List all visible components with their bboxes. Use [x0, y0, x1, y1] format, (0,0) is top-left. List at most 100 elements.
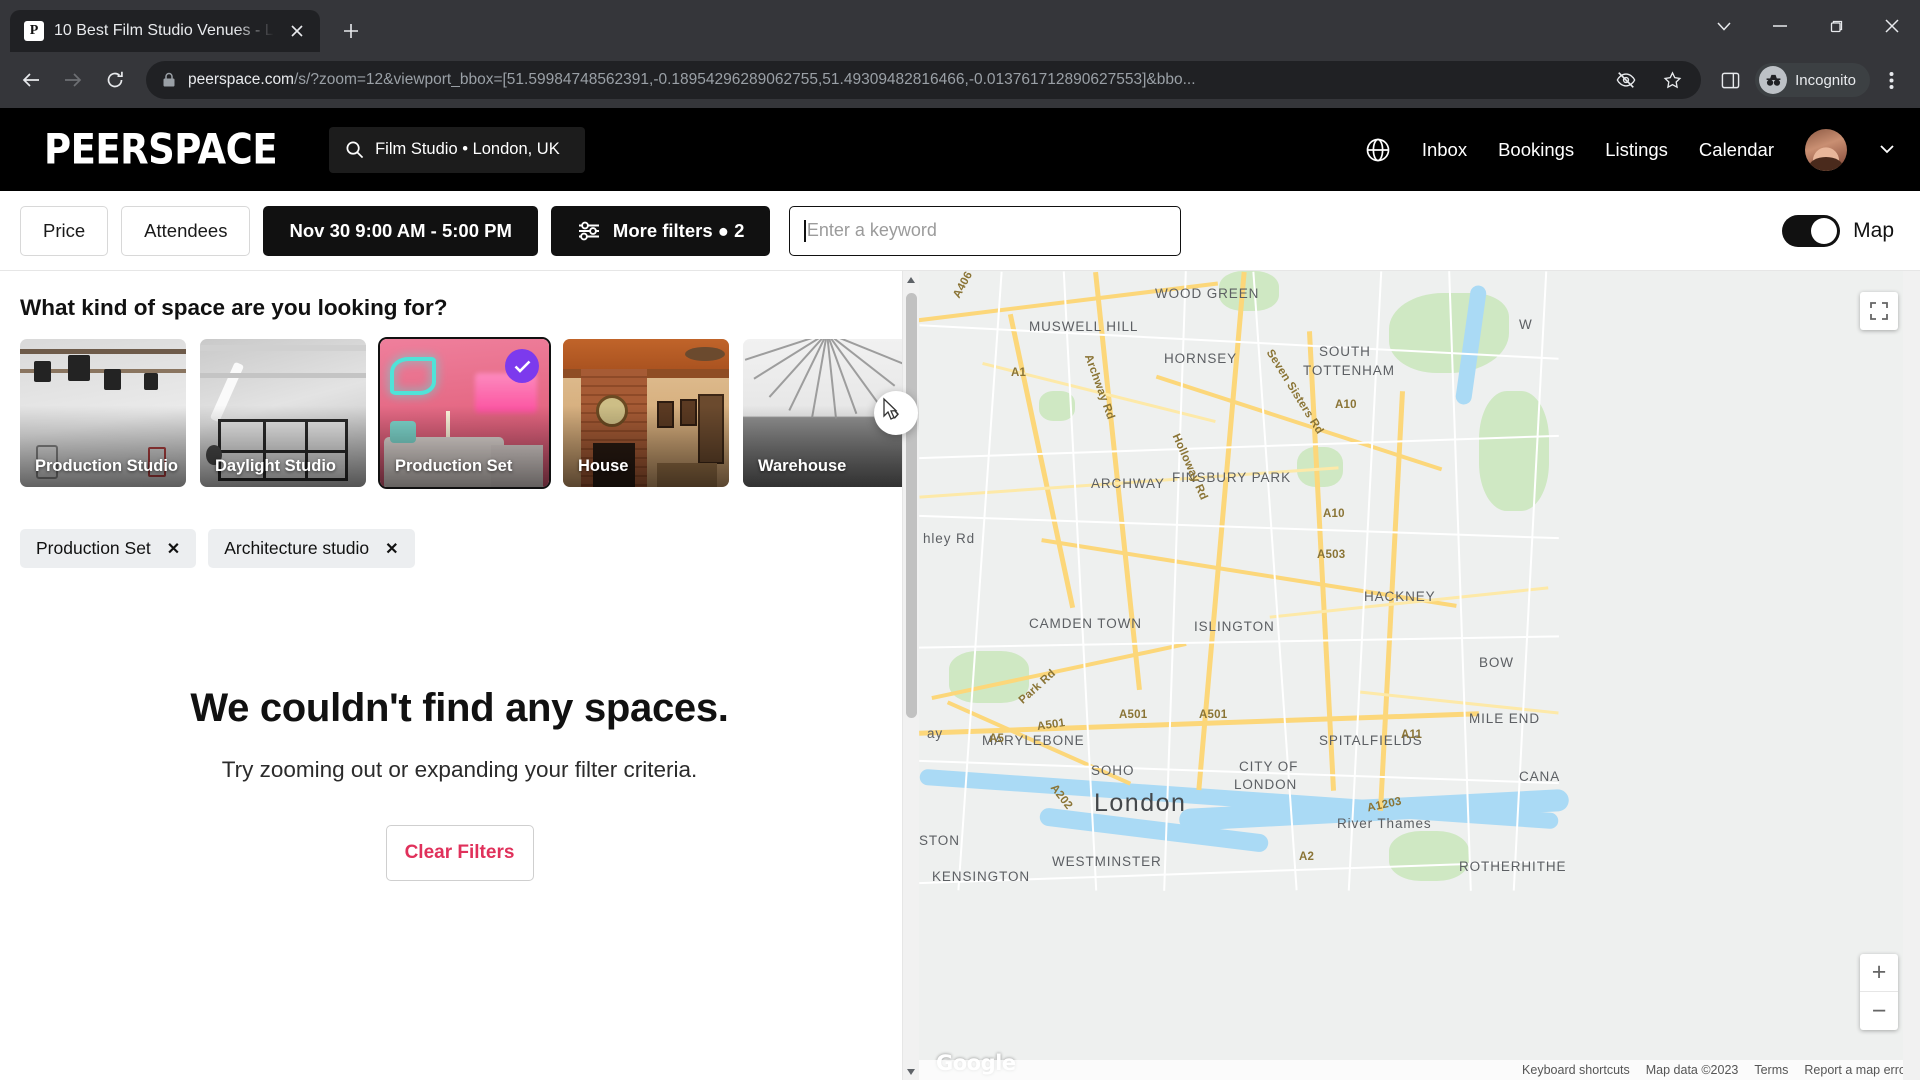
- map-road-label: A10: [1335, 399, 1357, 411]
- map-place-label: ARCHWAY: [1091, 476, 1165, 491]
- browser-toolbar: peerspace.com/s/?zoom=12&viewport_bbox=[…: [0, 52, 1920, 108]
- map-place-label: CITY OF: [1239, 759, 1299, 774]
- filter-chip-production-set[interactable]: Production Set ✕: [20, 529, 197, 568]
- map-toggle-switch[interactable]: [1782, 214, 1841, 247]
- nav-item-inbox[interactable]: Inbox: [1422, 139, 1467, 161]
- map-place-label: SOHO: [1091, 763, 1135, 778]
- chip-remove-icon[interactable]: ✕: [385, 539, 398, 559]
- map-toggle[interactable]: Map: [1782, 214, 1900, 247]
- results-panel: What kind of space are you looking for?: [0, 271, 919, 1080]
- map-place-label: CANA: [1519, 769, 1561, 784]
- tab-search-chevron-icon[interactable]: [1696, 0, 1752, 52]
- map-road-label: A10: [1323, 508, 1345, 520]
- globe-icon[interactable]: [1365, 137, 1391, 163]
- map-toggle-label: Map: [1853, 218, 1894, 242]
- chip-label: Architecture studio: [224, 538, 370, 558]
- carousel-next-button[interactable]: ›: [874, 391, 918, 435]
- map-road-label: A2: [1299, 851, 1315, 863]
- map-place-label: KENSINGTON: [932, 869, 1031, 884]
- three-dot-menu-icon[interactable]: [1874, 63, 1908, 97]
- map-panel[interactable]: WOOD GREEN MUSWELL HILL HORNSEY SOUTH TOTTEN…: [919, 271, 1920, 1080]
- map-data-attribution: Map data ©2023: [1645, 1063, 1739, 1077]
- map-place-label: ISLINGTON: [1194, 619, 1275, 634]
- category-question: What kind of space are you looking for?: [20, 295, 448, 320]
- site-header: PEERSPACE Film Studio • London, UK Inbox…: [0, 108, 1920, 191]
- window-controls: [1696, 0, 1920, 52]
- keyword-placeholder: Enter a keyword: [806, 220, 937, 240]
- scroll-down-arrow-icon[interactable]: [903, 1063, 919, 1080]
- date-time-filter-button[interactable]: Nov 30 9:00 AM - 5:00 PM: [263, 205, 538, 256]
- map-road-label: A501: [1119, 709, 1148, 721]
- attendees-filter-button[interactable]: Attendees: [121, 205, 251, 256]
- map-scrollbar-gutter[interactable]: [1903, 271, 1920, 1080]
- map-road-label: Holloway Rd: [1169, 432, 1210, 502]
- side-panel-icon[interactable]: [1713, 63, 1747, 97]
- clear-filters-button[interactable]: Clear Filters: [385, 825, 534, 881]
- tracking-protection-off-icon[interactable]: [1609, 63, 1643, 97]
- reload-icon[interactable]: [96, 61, 134, 99]
- category-card-production-studio[interactable]: Production Studio: [20, 339, 186, 487]
- filter-chip-architecture-studio[interactable]: Architecture studio ✕: [208, 529, 415, 568]
- peerspace-logo[interactable]: PEERSPACE: [44, 125, 278, 173]
- map-zoom-controls[interactable]: + −: [1860, 954, 1898, 1030]
- price-filter-button[interactable]: Price: [20, 205, 109, 256]
- results-scroll-thumb[interactable]: [906, 293, 917, 718]
- category-card-daylight-studio[interactable]: Daylight Studio: [200, 339, 366, 487]
- page-content: PEERSPACE Film Studio • London, UK Inbox…: [0, 108, 1920, 1080]
- map-place-label: WOOD GREEN: [1155, 286, 1260, 301]
- window-close-icon[interactable]: [1864, 0, 1920, 52]
- map-road-label: A501: [1199, 709, 1228, 721]
- category-card-production-set[interactable]: Production Set: [378, 337, 551, 489]
- category-card-house[interactable]: House: [563, 339, 729, 487]
- map-place-label: MILE END: [1469, 711, 1540, 726]
- star-icon[interactable]: [1655, 63, 1689, 97]
- minimize-icon[interactable]: [1752, 0, 1808, 52]
- terms-link[interactable]: Terms: [1754, 1063, 1788, 1077]
- tab-strip: P 10 Best Film Studio Venues - Lon: [0, 0, 1920, 52]
- map-zoom-out-button[interactable]: −: [1860, 992, 1898, 1030]
- empty-state-subtext: Try zooming out or expanding your filter…: [221, 757, 698, 782]
- map-place-label: HORNSEY: [1164, 351, 1238, 366]
- map-place-label: CAMDEN TOWN: [1029, 616, 1142, 631]
- avatar[interactable]: [1805, 128, 1847, 171]
- category-card-label: Warehouse: [758, 457, 847, 475]
- nav-item-listings[interactable]: Listings: [1605, 139, 1668, 161]
- active-filter-chips: Production Set ✕ Architecture studio ✕: [20, 529, 899, 568]
- nav-item-bookings[interactable]: Bookings: [1498, 139, 1574, 161]
- sliders-icon: [577, 220, 602, 242]
- maximize-icon[interactable]: [1808, 0, 1864, 52]
- url-text: peerspace.com/s/?zoom=12&viewport_bbox=[…: [188, 71, 1597, 89]
- tab-close-icon[interactable]: [284, 18, 310, 44]
- category-carousel: Production Studio Daylight Studio Produc…: [20, 337, 918, 489]
- keyword-input[interactable]: Enter a keyword: [789, 205, 1182, 256]
- scroll-up-arrow-icon[interactable]: [903, 271, 919, 288]
- map-canvas[interactable]: WOOD GREEN MUSWELL HILL HORNSEY SOUTH TOTTEN…: [919, 271, 1920, 1080]
- category-card-label: House: [578, 457, 629, 475]
- report-map-error-link[interactable]: Report a map error: [1804, 1063, 1910, 1077]
- forward-arrow-icon[interactable]: [54, 61, 92, 99]
- tab-title: 10 Best Film Studio Venues - Lon: [54, 22, 274, 39]
- map-road-label: A1: [1011, 367, 1027, 379]
- map-fullscreen-button[interactable]: [1860, 292, 1898, 330]
- location-search-field[interactable]: Film Studio • London, UK: [329, 126, 586, 173]
- filter-bar: Price Attendees Nov 30 9:00 AM - 5:00 PM…: [0, 191, 1920, 271]
- chip-remove-icon[interactable]: ✕: [167, 539, 180, 559]
- empty-state: We couldn't find any spaces. Try zooming…: [20, 686, 899, 881]
- back-arrow-icon[interactable]: [12, 61, 50, 99]
- incognito-profile-button[interactable]: Incognito: [1755, 63, 1870, 97]
- browser-tab[interactable]: P 10 Best Film Studio Venues - Lon: [10, 10, 320, 52]
- chevron-down-icon[interactable]: [1880, 145, 1894, 154]
- more-filters-button[interactable]: More filters ● 2: [550, 205, 771, 256]
- site-nav: Inbox Bookings Listings Calendar: [1365, 128, 1894, 171]
- category-card-label: Production Set: [395, 457, 513, 475]
- more-filters-label: More filters ● 2: [612, 219, 745, 241]
- address-bar[interactable]: peerspace.com/s/?zoom=12&viewport_bbox=[…: [146, 61, 1702, 99]
- map-road-label: A503: [1317, 549, 1346, 561]
- date-time-filter-label: Nov 30 9:00 AM - 5:00 PM: [289, 219, 512, 241]
- nav-item-calendar[interactable]: Calendar: [1699, 139, 1774, 161]
- text-caret: [804, 219, 806, 242]
- map-zoom-in-button[interactable]: +: [1860, 954, 1898, 992]
- new-tab-button[interactable]: [334, 14, 368, 48]
- map-place-label: BOW: [1479, 655, 1514, 670]
- keyboard-shortcuts-link[interactable]: Keyboard shortcuts: [1522, 1063, 1630, 1077]
